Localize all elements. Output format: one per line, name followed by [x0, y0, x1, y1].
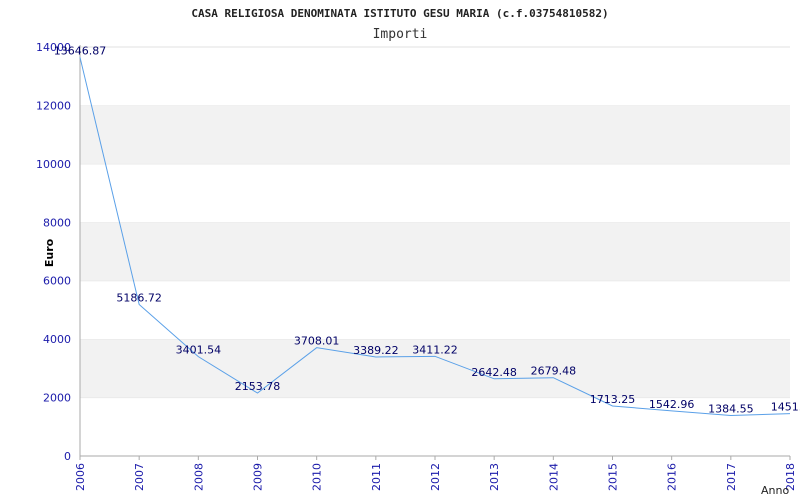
data-label: 3708.01: [294, 335, 340, 348]
data-label: 5186.72: [116, 291, 162, 304]
data-label: 13646.87: [54, 44, 107, 57]
x-tick-label: 2014: [547, 463, 560, 491]
grid-band: [80, 105, 790, 164]
data-label: 1713.25: [590, 393, 636, 406]
y-tick-label: 2000: [43, 392, 71, 405]
y-tick-label: 8000: [43, 216, 71, 229]
grid-bands: [80, 46, 790, 456]
x-tick-label: 2009: [252, 463, 265, 491]
x-tick-label: 2008: [192, 463, 205, 491]
data-label: 1542.96: [649, 398, 695, 411]
x-tick-label: 2011: [370, 463, 383, 491]
chart-subtitle: Importi: [373, 27, 428, 42]
y-axis-label: Euro: [43, 238, 56, 267]
data-label: 3389.22: [353, 344, 399, 357]
data-label: 2153.78: [235, 380, 281, 393]
y-tick-label: 6000: [43, 275, 71, 288]
x-tick-label: 2006: [74, 463, 87, 491]
data-label: 3401.54: [176, 344, 222, 357]
data-label: 1384.55: [708, 403, 754, 416]
grid-band: [80, 47, 790, 106]
x-tick-label: 2010: [311, 463, 324, 491]
line-chart: CASA RELIGIOSA DENOMINATA ISTITUTO GESU …: [36, 7, 800, 497]
data-label: 2679.48: [531, 365, 577, 378]
x-tick-label: 2007: [133, 463, 146, 491]
x-tick-label: 2016: [666, 463, 679, 491]
x-tick-label: 2015: [607, 463, 620, 491]
y-tick-label: 0: [64, 450, 71, 463]
y-tick-label: 10000: [36, 158, 71, 171]
grid-band: [80, 280, 790, 340]
data-label: 1451.1: [771, 401, 800, 414]
x-axis-ticks: 2006 2007 2008 2009 2010 2011 2012 2013 2014 2015…: [74, 456, 797, 491]
grid-band: [80, 222, 790, 281]
x-tick-label: 2012: [429, 463, 442, 491]
grid-band: [80, 163, 790, 223]
chart-title: CASA RELIGIOSA DENOMINATA ISTITUTO GESU …: [191, 7, 608, 20]
x-axis-label: Anno: [761, 484, 789, 497]
y-tick-label: 4000: [43, 333, 71, 346]
data-label: 2642.48: [471, 366, 517, 379]
y-tick-label: 12000: [36, 99, 71, 112]
data-label: 3411.22: [412, 343, 458, 356]
x-tick-label: 2017: [725, 463, 738, 491]
x-tick-label: 2013: [488, 463, 501, 491]
